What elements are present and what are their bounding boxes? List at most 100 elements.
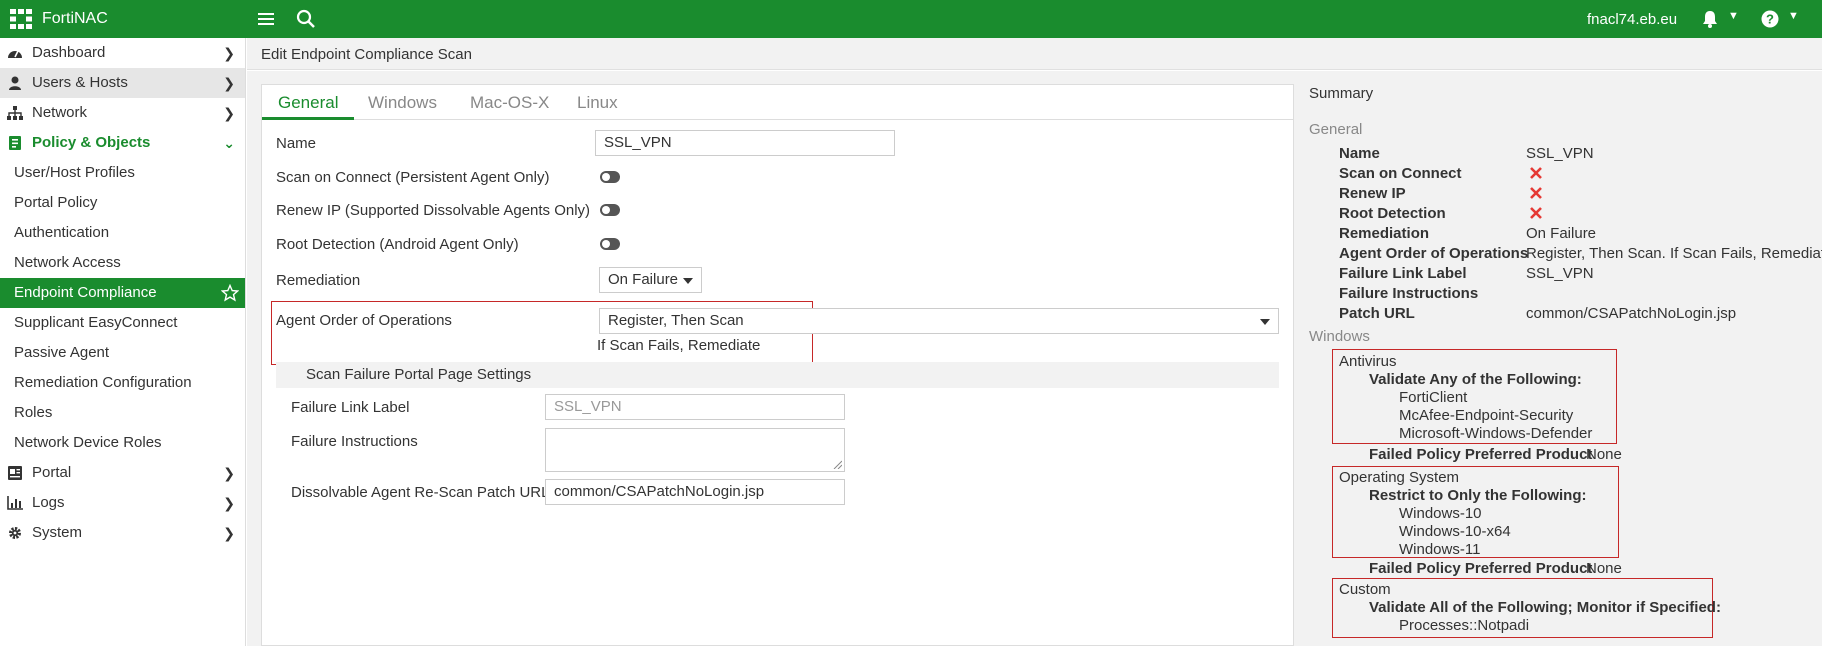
help-icon[interactable]: ?: [1760, 9, 1780, 29]
network-icon: [7, 106, 23, 120]
app-brand[interactable]: FortiNAC: [42, 10, 108, 28]
sidebar-item-label: Portal Policy: [14, 194, 98, 211]
name-input[interactable]: SSL_VPN: [595, 130, 895, 156]
sidebar-item-policy-objects[interactable]: Policy & Objects ⌄: [0, 128, 245, 158]
chevron-down-icon: [683, 278, 693, 284]
remediation-select[interactable]: On Failure: [599, 267, 702, 293]
summary-key: Remediation: [1339, 225, 1430, 242]
sidebar-item-endpoint-compliance[interactable]: Endpoint Compliance: [0, 278, 245, 308]
tab-linux[interactable]: Linux: [577, 93, 618, 113]
svg-text:?: ?: [1766, 12, 1774, 27]
sidebar-item-portal[interactable]: Portal ❯: [0, 458, 245, 488]
agent-order-select[interactable]: Register, Then Scan: [599, 308, 1279, 334]
sidebar-item-network[interactable]: Network ❯: [0, 98, 245, 128]
sidebar-item-network-device-roles[interactable]: Network Device Roles: [0, 428, 245, 458]
chevron-right-icon: ❯: [223, 105, 235, 121]
disabled-x-icon: [1530, 207, 1542, 219]
star-icon[interactable]: [221, 284, 239, 302]
sidebar-item-remediation-configuration[interactable]: Remediation Configuration: [0, 368, 245, 398]
search-icon[interactable]: [295, 8, 317, 30]
notifications-dropdown-icon[interactable]: ▼: [1728, 10, 1739, 22]
sidebar-item-portal-policy[interactable]: Portal Policy: [0, 188, 245, 218]
sidebar-item-user-host-profiles[interactable]: User/Host Profiles: [0, 158, 245, 188]
remediation-label: Remediation: [276, 272, 361, 289]
summary-key: Agent Order of Operations: [1339, 245, 1529, 262]
agent-order-note: If Scan Fails, Remediate: [597, 337, 761, 354]
sidebar-item-roles[interactable]: Roles: [0, 398, 245, 428]
summary-value: common/CSAPatchNoLogin.jsp: [1526, 305, 1737, 322]
disabled-x-icon: [1530, 187, 1542, 199]
failure-link-label: Failure Link Label: [291, 399, 410, 416]
validate-any-heading: Validate Any of the Following:: [1369, 371, 1582, 388]
sidebar-item-logs[interactable]: Logs ❯: [0, 488, 245, 518]
restrict-heading: Restrict to Only the Following:: [1369, 487, 1587, 504]
tab-general[interactable]: General: [278, 93, 338, 113]
sidebar-item-label: Dashboard: [32, 44, 106, 61]
sidebar-item-users-hosts[interactable]: Users & Hosts ❯: [0, 68, 245, 98]
summary-key: Name: [1339, 145, 1380, 162]
section-title: Scan Failure Portal Page Settings: [306, 366, 532, 383]
sidebar-item-supplicant-easyconnect[interactable]: Supplicant EasyConnect: [0, 308, 245, 338]
summary-value: SSL_VPN: [1526, 265, 1594, 282]
list-item: Microsoft-Windows-Defender: [1399, 425, 1593, 442]
tab-windows[interactable]: Windows: [368, 93, 437, 113]
sidebar-item-dashboard[interactable]: Dashboard ❯: [0, 38, 245, 68]
root-detection-label: Root Detection (Android Agent Only): [276, 236, 519, 253]
sidebar-item-authentication[interactable]: Authentication: [0, 218, 245, 248]
rescan-url-input[interactable]: common/CSAPatchNoLogin.jsp: [545, 479, 845, 505]
summary-title: Summary: [1309, 85, 1374, 102]
sidebar-item-label: Logs: [32, 494, 65, 511]
summary-windows-header: Windows: [1309, 328, 1370, 345]
portal-icon: [8, 466, 22, 480]
list-item: Windows-10: [1399, 505, 1482, 522]
failure-link-input[interactable]: SSL_VPN: [545, 394, 845, 420]
summary-value: On Failure: [1526, 225, 1597, 242]
sidebar-item-label: Portal: [32, 464, 72, 481]
top-bar: FortiNAC fnacl74.eb.eu ▼ ? ▼: [0, 0, 1822, 38]
sidebar-item-system[interactable]: System ❯: [0, 518, 245, 548]
summary-value: None: [1586, 446, 1622, 463]
gear-icon: [9, 527, 21, 539]
sidebar-item-label: Policy & Objects: [32, 134, 151, 151]
sidebar-item-label: Network Device Roles: [14, 434, 162, 451]
validate-all-heading: Validate All of the Following; Monitor i…: [1369, 599, 1721, 616]
sidebar-item-label: Users & Hosts: [32, 74, 128, 91]
name-label: Name: [276, 135, 317, 152]
sidebar-item-label: Authentication: [14, 224, 110, 241]
sidebar-item-label: Network Access: [14, 254, 121, 271]
help-dropdown-icon[interactable]: ▼: [1788, 10, 1799, 22]
summary-key: Root Detection: [1339, 205, 1446, 222]
summary-key: Renew IP: [1339, 185, 1406, 202]
failure-instructions-textarea[interactable]: [545, 428, 845, 472]
resize-grip-icon[interactable]: [832, 459, 842, 469]
scan-on-connect-toggle[interactable]: [600, 171, 620, 183]
chevron-right-icon: ❯: [223, 75, 235, 91]
sidebar-item-passive-agent[interactable]: Passive Agent: [0, 338, 245, 368]
root-detection-toggle[interactable]: [600, 238, 620, 250]
scan-failure-section-header: Scan Failure Portal Page Settings: [276, 362, 1279, 388]
renew-ip-toggle[interactable]: [600, 204, 620, 216]
summary-key: Failed Policy Preferred Product: [1369, 446, 1593, 463]
sidebar-item-label: Endpoint Compliance: [14, 284, 157, 301]
sidebar-item-network-access[interactable]: Network Access: [0, 248, 245, 278]
failure-instructions-label: Failure Instructions: [291, 433, 418, 450]
fortinet-logo-icon[interactable]: [10, 9, 32, 29]
summary-key: Scan on Connect: [1339, 165, 1462, 182]
renew-ip-label: Renew IP (Supported Dissolvable Agents O…: [276, 202, 591, 219]
antivirus-heading: Antivirus: [1339, 353, 1397, 370]
chevron-right-icon: ❯: [223, 495, 235, 511]
dashboard-icon: [8, 50, 22, 58]
sidebar-item-label: Network: [32, 104, 88, 121]
remediation-select-value: On Failure: [608, 271, 679, 288]
tab-mac-os-x[interactable]: Mac-OS-X: [470, 93, 549, 113]
chevron-right-icon: ❯: [223, 45, 235, 61]
active-tab-indicator: [262, 117, 354, 120]
summary-key: Failure Instructions: [1339, 285, 1479, 302]
sidebar-item-label: Roles: [14, 404, 53, 421]
hostname[interactable]: fnacl74.eb.eu: [1587, 11, 1677, 28]
page-title: Edit Endpoint Compliance Scan: [261, 46, 472, 63]
chevron-right-icon: ❯: [223, 465, 235, 481]
scan-on-connect-label: Scan on Connect (Persistent Agent Only): [276, 169, 550, 186]
hamburger-icon[interactable]: [256, 9, 276, 29]
bell-icon[interactable]: [1700, 9, 1720, 29]
